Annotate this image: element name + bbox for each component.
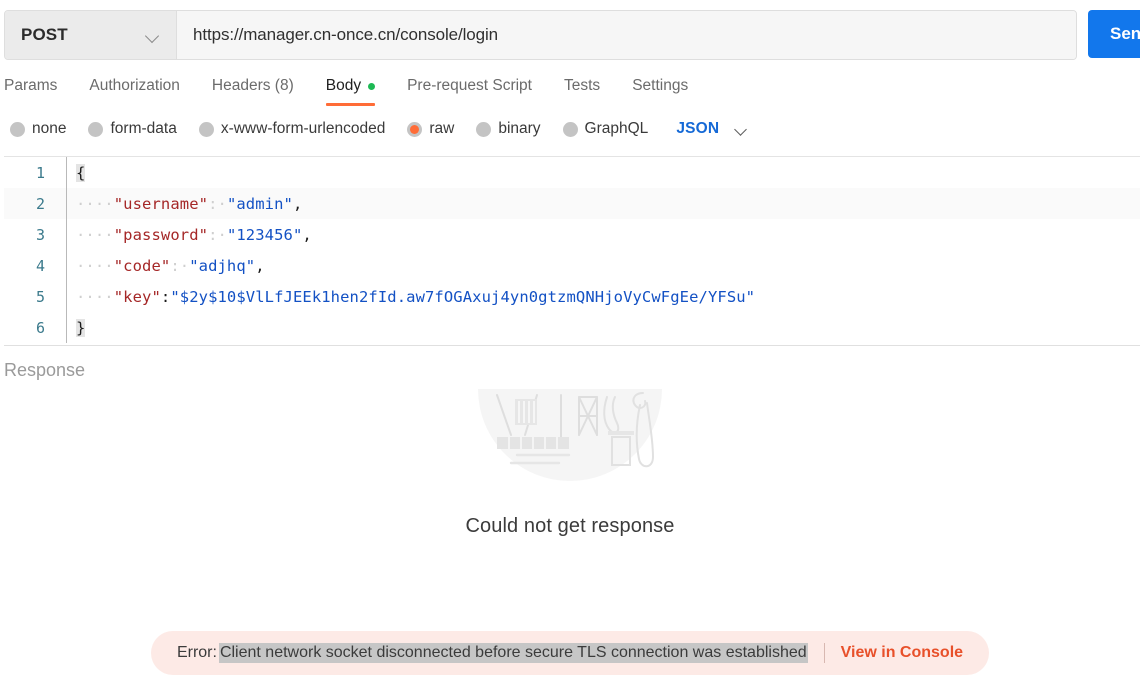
- tab-label: Body: [325, 77, 362, 94]
- radio-icon: [10, 121, 25, 137]
- response-empty-state: Could not get response: [0, 381, 1140, 619]
- code-token-key: "key": [113, 287, 161, 306]
- body-type-none[interactable]: none: [10, 120, 66, 138]
- error-divider: [823, 643, 825, 663]
- code-token-value: "123456": [226, 225, 303, 244]
- error-banner-wrap: Error: Client network socket disconnecte…: [0, 619, 1140, 675]
- body-type-form-data[interactable]: form-data: [88, 120, 177, 138]
- error-message-text[interactable]: Client network socket disconnected befor…: [218, 643, 808, 663]
- response-section-label: Response: [4, 360, 86, 380]
- code-line: 5 ···· "key" : "$2y$10$VlLfJEEk1hen2fId.…: [4, 281, 1140, 312]
- radio-label: binary: [498, 120, 541, 137]
- code-indent: ····: [76, 256, 114, 275]
- line-number: 6: [35, 318, 45, 337]
- fold-guide: [66, 219, 67, 250]
- error-prefix-label: Error:: [176, 644, 217, 661]
- tab-pre-request-script[interactable]: Pre-request Script: [407, 77, 532, 106]
- line-number: 3: [35, 225, 45, 244]
- radio-label: x-www-form-urlencoded: [220, 120, 386, 137]
- code-token-key: "username": [113, 194, 209, 213]
- code-line: 2 ···· "username" :· "admin" ,: [4, 188, 1140, 219]
- body-type-selector: none form-data x-www-form-urlencoded raw…: [0, 106, 1140, 152]
- response-empty-message: Could not get response: [465, 515, 675, 537]
- tab-settings[interactable]: Settings: [632, 77, 688, 106]
- error-banner: Error: Client network socket disconnecte…: [150, 631, 990, 675]
- body-format-dropdown[interactable]: JSON: [676, 120, 749, 138]
- tab-label: Params: [4, 77, 58, 94]
- body-format-label: JSON: [676, 120, 720, 137]
- code-line: 6 }: [4, 312, 1140, 343]
- code-token-brace: }: [76, 318, 86, 337]
- body-type-urlencoded[interactable]: x-www-form-urlencoded: [198, 120, 386, 138]
- code-token-comma: ,: [255, 256, 265, 275]
- tab-label: Tests: [564, 77, 601, 94]
- code-indent: ····: [76, 194, 114, 213]
- line-number: 2: [35, 194, 45, 213]
- http-method-dropdown[interactable]: POST: [5, 11, 177, 59]
- body-type-graphql[interactable]: GraphQL: [562, 120, 649, 138]
- line-number: 1: [35, 163, 45, 182]
- radio-icon: [88, 121, 104, 137]
- code-token-comma: ,: [302, 225, 312, 244]
- tab-label: Pre-request Script: [407, 77, 532, 94]
- tab-headers[interactable]: Headers (8): [212, 77, 294, 106]
- tab-tests[interactable]: Tests: [564, 77, 600, 106]
- send-button[interactable]: Send: [1088, 10, 1140, 58]
- radio-selected-icon: [407, 121, 423, 137]
- body-type-binary[interactable]: binary: [476, 120, 541, 138]
- radio-icon: [562, 121, 578, 137]
- radio-label: none: [32, 120, 67, 137]
- code-line: 1 {: [4, 157, 1140, 188]
- code-indent: ····: [76, 225, 114, 244]
- chevron-down-icon: [735, 125, 749, 134]
- request-body-editor[interactable]: 1 { 2 ···· "username" :· "admin" , 3 ···…: [4, 156, 1140, 346]
- tab-params[interactable]: Params: [4, 77, 57, 106]
- code-token-separator: :·: [208, 194, 227, 213]
- code-token-key: "password": [113, 225, 209, 244]
- chevron-down-icon: [146, 31, 160, 40]
- code-token-separator: :·: [170, 256, 190, 275]
- fold-guide: [66, 157, 67, 188]
- radio-icon: [476, 121, 492, 137]
- tab-label: Settings: [632, 77, 689, 94]
- request-tabs: Params Authorization Headers (8) Body Pr…: [0, 64, 1140, 106]
- body-type-raw[interactable]: raw: [407, 120, 454, 138]
- tab-label: Authorization: [89, 77, 180, 94]
- http-method-label: POST: [21, 25, 68, 44]
- request-url-input[interactable]: https://manager.cn-once.cn/console/login: [177, 11, 1076, 59]
- code-token-value: "$2y$10$VlLfJEEk1hen2fId.aw7fOGAxuj4yn0g…: [170, 287, 756, 306]
- line-number: 4: [35, 256, 45, 275]
- tab-label: Headers (8): [211, 77, 294, 94]
- active-tab-underline: [325, 103, 376, 106]
- radio-label: raw: [429, 120, 455, 137]
- view-in-console-link[interactable]: View in Console: [841, 644, 963, 662]
- code-token-comma: ,: [292, 194, 303, 213]
- code-token-value: "adjhq": [189, 256, 256, 275]
- code-token-brace: {: [76, 163, 86, 182]
- body-modified-dot-icon: [368, 82, 376, 90]
- url-input-group: POST https://manager.cn-once.cn/console/…: [4, 10, 1077, 60]
- tab-authorization[interactable]: Authorization: [89, 77, 179, 106]
- fold-guide: [66, 250, 67, 281]
- code-token-key: "code": [113, 256, 171, 275]
- tab-body[interactable]: Body: [325, 77, 376, 106]
- radio-icon: [198, 121, 214, 137]
- fold-guide: [66, 312, 67, 343]
- code-token-separator: :·: [208, 225, 227, 244]
- code-indent: ····: [76, 287, 114, 306]
- radio-label: GraphQL: [584, 120, 649, 137]
- radio-label: form-data: [110, 120, 177, 137]
- line-number: 5: [35, 287, 45, 306]
- code-line: 4 ···· "code" :· "adjhq" ,: [4, 250, 1140, 281]
- fold-guide: [66, 188, 67, 219]
- request-url-bar: POST https://manager.cn-once.cn/console/…: [0, 0, 1140, 60]
- code-token-separator: :: [160, 287, 171, 306]
- fold-guide: [66, 281, 67, 312]
- code-token-value: "admin": [226, 194, 293, 213]
- rig-illustration-icon: [475, 389, 665, 485]
- code-line: 3 ···· "password" :· "123456" ,: [4, 219, 1140, 250]
